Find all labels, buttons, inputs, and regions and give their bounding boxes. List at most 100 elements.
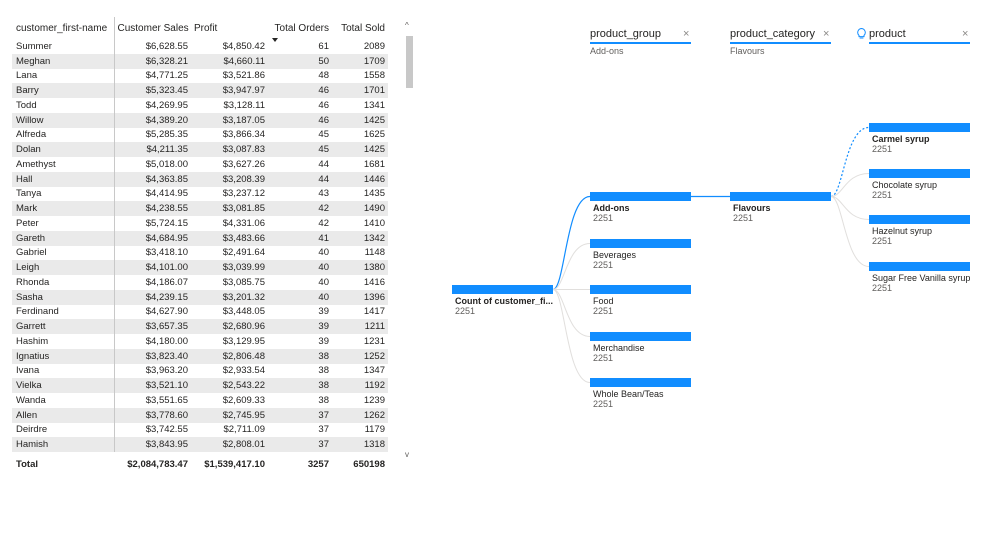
tree-node-root[interactable]: Count of customer_fi... 2251 xyxy=(452,285,554,316)
tree-node-product[interactable]: Sugar Free Vanilla syrup 2251 xyxy=(869,262,970,293)
table-vertical-scrollbar[interactable]: ^ v xyxy=(404,22,414,463)
cell-total-sold: 1417 xyxy=(363,306,385,318)
table-row[interactable]: Hall $4,363.85 $3,208.39 44 1446 xyxy=(12,171,388,187)
cell-profit: $3,081.85 xyxy=(191,201,268,216)
cell-first-name: Vielka xyxy=(12,378,115,393)
tree-node-product-group[interactable]: Beverages 2251 xyxy=(590,239,691,270)
cell-total-sold: 1625 xyxy=(363,129,385,141)
table-row[interactable]: Barry $5,323.45 $3,947.97 46 1701 xyxy=(12,83,388,98)
cell-profit: $3,128.11 xyxy=(223,99,265,111)
column-header-total-sold[interactable]: Total Sold xyxy=(332,17,388,39)
cell-profit: $3,448.05 xyxy=(222,306,265,318)
cell-total-sold: 1148 xyxy=(364,247,385,259)
table-row[interactable]: Deirdre $3,742.55 $2,711.09 37 1179 xyxy=(12,422,388,438)
table-row[interactable]: Hamish $3,843.95 $2,808.01 37 1318 xyxy=(12,437,388,452)
table-row[interactable]: Gabriel $3,418.10 $2,491.64 40 1148 xyxy=(12,245,388,261)
cell-customer-sales: $4,389.20 xyxy=(114,112,191,128)
level-header-product-category[interactable]: product_category × Flavours xyxy=(730,27,831,59)
table-row[interactable]: Mark $4,238.55 $3,081.85 42 1490 xyxy=(12,201,388,216)
table-row[interactable]: Ivana $3,963.20 $2,933.54 38 1347 xyxy=(12,363,388,379)
table-row[interactable]: Sasha $4,239.15 $3,201.32 40 1396 xyxy=(12,289,388,305)
table-row[interactable]: Meghan $6,328.21 $4,660.11 50 1709 xyxy=(12,53,388,69)
column-header-customer-first-name[interactable]: customer_first-name xyxy=(12,17,115,39)
tree-node-product-group[interactable]: Add-ons 2251 xyxy=(590,192,691,223)
tree-node-product-group[interactable]: Food 2251 xyxy=(590,285,691,316)
cell-total-sold: 1239 xyxy=(363,394,385,406)
table-row[interactable]: Garrett $3,657.35 $2,680.96 39 1211 xyxy=(12,319,388,334)
column-header-total-orders[interactable]: Total Orders xyxy=(268,17,332,42)
tree-node-value: 2251 xyxy=(872,236,893,246)
column-header-profit[interactable]: Profit xyxy=(191,17,268,39)
tree-node-product-group[interactable]: Merchandise 2251 xyxy=(590,332,691,363)
cell-customer-sales: $4,684.95 xyxy=(114,230,191,246)
tree-node-bar xyxy=(869,262,970,271)
tree-node-product[interactable]: Chocolate syrup 2251 xyxy=(869,169,970,200)
table-row[interactable]: Todd $4,269.95 $3,128.11 46 1341 xyxy=(12,98,388,113)
cell-first-name: Wanda xyxy=(12,393,115,408)
tree-node-product[interactable]: Hazelnut syrup 2251 xyxy=(869,215,970,246)
table-row[interactable]: Hashim $4,180.00 $3,129.95 39 1231 xyxy=(12,334,388,349)
cell-profit: $2,543.22 xyxy=(191,378,268,393)
table-row[interactable]: Alfreda $5,285.35 $3,866.34 45 1625 xyxy=(12,127,388,143)
cell-total-orders: 46 xyxy=(268,112,332,128)
table-row[interactable]: Willow $4,389.20 $3,187.05 46 1425 xyxy=(12,112,388,128)
tree-node-label: Flavours xyxy=(733,203,771,213)
table-row[interactable]: Rhonda $4,186.07 $3,085.75 40 1416 xyxy=(12,275,388,290)
cell-total-sold: 1252 xyxy=(332,348,388,364)
cell-profit: $3,521.86 xyxy=(222,70,265,82)
scrollbar-thumb[interactable] xyxy=(406,36,413,88)
level-header-selected: Flavours xyxy=(730,46,765,56)
table-row[interactable]: Wanda $3,551.65 $2,609.33 38 1239 xyxy=(12,393,388,408)
cell-profit: $2,711.09 xyxy=(223,424,265,436)
table-row[interactable]: Summer $6,628.55 $4,850.42 61 2089 xyxy=(12,39,388,54)
table-total-row: Total $2,084,783.47 $1,539,417.10 3257 6… xyxy=(12,452,388,472)
table-row[interactable]: Tanya $4,414.95 $3,237.12 43 1435 xyxy=(12,186,388,202)
cell-customer-sales: $4,180.00 xyxy=(145,335,188,347)
table-row[interactable]: Gareth $4,684.95 $3,483.66 41 1342 xyxy=(12,230,388,246)
table-row[interactable]: Vielka $3,521.10 $2,543.22 38 1192 xyxy=(12,378,388,393)
tree-node-label: Merchandise xyxy=(593,343,645,353)
connector-line xyxy=(830,196,870,267)
tree-node-bar xyxy=(730,192,831,201)
cell-profit: $3,208.39 xyxy=(191,171,268,187)
cell-profit: $4,331.06 xyxy=(222,217,265,229)
table-row[interactable]: Amethyst $5,018.00 $3,627.26 44 1681 xyxy=(12,157,388,172)
table-row[interactable]: Lana $4,771.25 $3,521.86 48 1558 xyxy=(12,68,388,84)
cell-profit: $2,491.64 xyxy=(222,247,265,259)
cell-total-sold: 1681 xyxy=(363,158,385,170)
cell-profit: $2,933.54 xyxy=(222,365,265,377)
table-row[interactable]: Peter $5,724.15 $4,331.06 42 1410 xyxy=(12,216,388,231)
scroll-up-arrow-icon[interactable]: ^ xyxy=(405,22,409,30)
table-header-row: customer_first-name Customer Sales Profi… xyxy=(12,17,388,42)
cell-profit: $3,866.34 xyxy=(222,129,265,141)
cell-customer-sales: $6,628.55 xyxy=(145,40,188,52)
tree-node-product-category[interactable]: Flavours 2251 xyxy=(730,192,831,223)
cell-first-name: Rhonda xyxy=(12,275,115,290)
table-row[interactable]: Dolan $4,211.35 $3,087.83 45 1425 xyxy=(12,142,388,157)
tree-node-bar xyxy=(590,192,691,201)
cell-total-orders: 42 xyxy=(318,217,329,229)
ai-split-lightbulb-icon xyxy=(857,27,866,42)
close-icon[interactable]: × xyxy=(962,28,968,40)
level-header-product-group[interactable]: product_group × Add-ons xyxy=(590,27,691,59)
table-row[interactable]: Ferdinand $4,627.90 $3,448.05 39 1417 xyxy=(12,304,388,320)
table-row[interactable]: Allen $3,778.60 $2,745.95 37 1262 xyxy=(12,407,388,423)
tree-node-bar xyxy=(590,239,691,248)
scroll-down-arrow-icon[interactable]: v xyxy=(405,451,409,459)
column-header-customer-sales[interactable]: Customer Sales xyxy=(114,17,191,39)
cell-first-name: Meghan xyxy=(12,53,115,69)
tree-node-label: Add-ons xyxy=(593,203,630,213)
tree-node-product[interactable]: Carmel syrup 2251 xyxy=(869,123,970,154)
tree-node-product-group[interactable]: Whole Bean/Teas 2251 xyxy=(590,378,691,409)
table-row[interactable]: Ignatius $3,823.40 $2,806.48 38 1252 xyxy=(12,348,388,364)
cell-customer-sales: $4,239.15 xyxy=(114,289,191,305)
table-row[interactable]: Leigh $4,101.00 $3,039.99 40 1380 xyxy=(12,260,388,275)
cell-total-sold: 1211 xyxy=(332,319,388,334)
level-header-title: product_category xyxy=(730,28,815,40)
tree-node-label: Count of customer_fi... xyxy=(455,296,554,306)
cell-customer-sales: $3,521.10 xyxy=(114,378,191,393)
level-header-product[interactable]: product × xyxy=(857,27,970,59)
close-icon[interactable]: × xyxy=(823,28,829,40)
cell-total-orders: 44 xyxy=(318,158,329,170)
close-icon[interactable]: × xyxy=(683,28,689,40)
